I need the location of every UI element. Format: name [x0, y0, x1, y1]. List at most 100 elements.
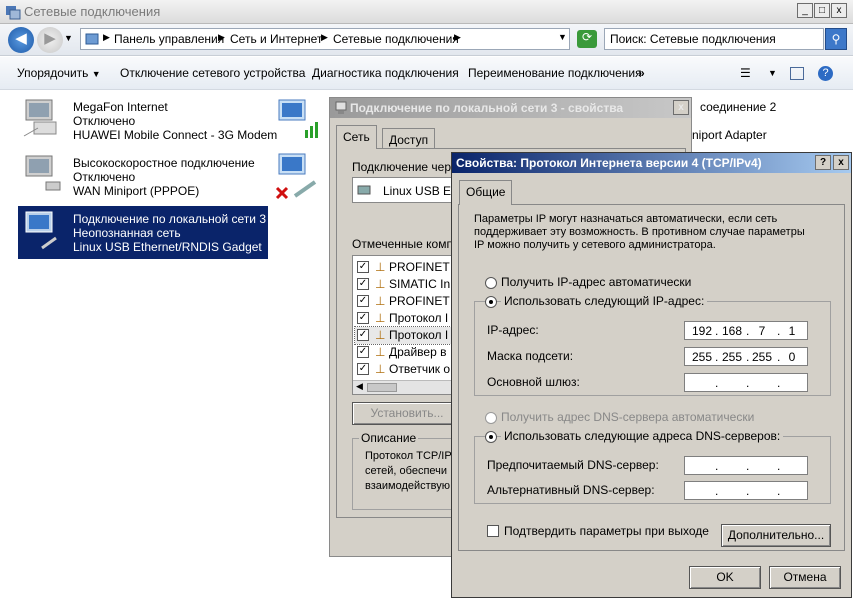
- description-title: Описание: [359, 431, 419, 445]
- scroll-left-icon[interactable]: ◀: [356, 381, 363, 392]
- dialog-titlebar: Подключение по локальной сети 3 - свойст…: [330, 98, 691, 118]
- ip-address-label: IP-адрес:: [487, 323, 539, 337]
- cancel-button[interactable]: Отмена: [769, 566, 841, 589]
- breadcrumb-separator-icon: ▶: [103, 32, 110, 42]
- breadcrumb-network-internet[interactable]: Сеть и Интернет: [230, 32, 322, 46]
- list-item[interactable]: ✓ ⊥ PROFINET: [355, 293, 465, 310]
- list-item[interactable]: ✓ ⊥ Ответчик о: [355, 361, 465, 378]
- list-item[interactable]: ✓ ⊥ SIMATIC In: [355, 276, 465, 293]
- connection-status: Отключено: [73, 170, 136, 184]
- checkbox-icon[interactable]: ✓: [357, 261, 369, 273]
- breadcrumb-separator-icon[interactable]: ▶: [454, 32, 461, 43]
- ok-button[interactable]: OK: [689, 566, 761, 589]
- close-button[interactable]: x: [673, 100, 689, 115]
- connection-high-speed[interactable]: Высокоскоростное подключение Отключено W…: [18, 152, 268, 204]
- advanced-button[interactable]: Дополнительно...: [721, 524, 831, 547]
- checkbox-icon[interactable]: ✓: [357, 295, 369, 307]
- close-button[interactable]: x: [831, 3, 847, 18]
- connection-name: Высокоскоростное подключение: [73, 156, 255, 170]
- connection-megafon[interactable]: MegaFon Internet Отключено HUAWEI Mobile…: [18, 96, 277, 148]
- description-group: Описание Протокол TCP/IP сетей, обеспечи…: [352, 431, 467, 510]
- checkbox-icon[interactable]: ✓: [357, 278, 369, 290]
- auto-dns-label[interactable]: Получить адрес DNS-сервера автоматически: [501, 410, 754, 424]
- view-dropdown-icon[interactable]: ▼: [768, 68, 777, 78]
- manual-ip-group: Использовать следующий IP-адрес: IP-адре…: [474, 294, 831, 396]
- component-label: SIMATIC In: [389, 277, 451, 291]
- disable-device-button[interactable]: Отключение сетевого устройства: [120, 66, 305, 80]
- dialog-titlebar: Свойства: Протокол Интернета версии 4 (T…: [452, 153, 851, 173]
- minimize-button[interactable]: _: [797, 3, 813, 18]
- manual-ip-label[interactable]: Использовать следующий IP-адрес:: [501, 294, 708, 308]
- disconnected-connection-icon[interactable]: [275, 152, 323, 200]
- organize-menu[interactable]: Упорядочить ▼: [17, 66, 101, 80]
- help-button[interactable]: ?: [815, 155, 831, 170]
- component-label: PROFINET: [389, 294, 450, 308]
- checkbox-icon[interactable]: ✓: [357, 312, 369, 324]
- more-commands-button[interactable]: »: [638, 66, 645, 80]
- components-list[interactable]: ✓ ⊥ PROFINET ✓ ⊥ SIMATIC In ✓ ⊥ PROFINET ✓ ⊥ Про…: [352, 255, 467, 395]
- diagnose-button[interactable]: Диагностика подключения: [312, 66, 459, 80]
- connection-status: Отключено: [73, 114, 136, 128]
- forward-button[interactable]: ▶: [37, 27, 63, 53]
- close-button[interactable]: x: [833, 155, 849, 170]
- info-text-line: IP можно получить у сетевого администрат…: [474, 239, 716, 251]
- address-field[interactable]: ▶ Панель управления ▶ Сеть и Интернет ▶ …: [80, 28, 570, 50]
- preferred-dns-input[interactable]: ...: [684, 456, 808, 475]
- alternate-dns-input[interactable]: ...: [684, 481, 808, 500]
- tab-network[interactable]: Сеть: [336, 125, 377, 149]
- help-icon[interactable]: ?: [818, 66, 833, 81]
- gateway-input[interactable]: ...: [684, 373, 808, 392]
- ip-address-input[interactable]: 192. 168. 7. 1: [684, 321, 808, 340]
- manual-dns-radio[interactable]: [485, 431, 497, 443]
- auto-dns-radio[interactable]: [485, 412, 497, 424]
- list-item[interactable]: ✓ ⊥ Протокол I: [355, 310, 465, 327]
- description-line: взаимодействую: [365, 480, 451, 492]
- install-button[interactable]: Установить...: [352, 402, 462, 425]
- tab-sharing[interactable]: Доступ: [382, 128, 436, 150]
- search-input[interactable]: Поиск: Сетевые подключения: [604, 28, 824, 50]
- manual-dns-label[interactable]: Использовать следующие адреса DNS-сервер…: [501, 429, 784, 443]
- confirm-label[interactable]: Подтвердить параметры при выходе: [504, 524, 709, 538]
- subnet-mask-input[interactable]: 255. 255. 255. 0: [684, 347, 808, 366]
- view-options-icon[interactable]: ☰: [740, 66, 751, 80]
- breadcrumb-network-connections[interactable]: Сетевые подключения: [333, 32, 459, 46]
- back-button[interactable]: ◀: [8, 27, 34, 53]
- address-dropdown-icon[interactable]: ▼: [558, 32, 567, 42]
- component-icon: ⊥: [375, 277, 386, 291]
- tab-general[interactable]: Общие: [459, 180, 513, 205]
- auto-ip-radio[interactable]: [485, 277, 497, 289]
- scroll-thumb[interactable]: [367, 383, 397, 392]
- wireless-connection-icon[interactable]: [275, 98, 323, 140]
- description-line: Протокол TCP/IP: [365, 450, 452, 462]
- network-computer-icon: [25, 155, 61, 191]
- component-label: PROFINET: [389, 260, 450, 274]
- connection-local-3[interactable]: Подключение по локальной сети 3 Неопозна…: [18, 206, 268, 259]
- search-icon[interactable]: ⚲: [825, 28, 847, 50]
- network-folder-icon: [6, 6, 21, 20]
- info-text-line: Параметры IP могут назначаться автоматич…: [474, 213, 778, 225]
- component-label: Протокол I: [389, 311, 449, 325]
- checkbox-icon[interactable]: ✓: [357, 329, 369, 341]
- breadcrumb-separator-icon[interactable]: ▶: [321, 32, 328, 43]
- list-item[interactable]: ✓ ⊥ Протокол I: [354, 326, 466, 345]
- list-item[interactable]: ✓ ⊥ Драйвер в: [355, 344, 465, 361]
- connect-via-label: Подключение через:: [352, 160, 467, 174]
- maximize-button[interactable]: □: [814, 3, 830, 18]
- history-dropdown-icon[interactable]: ▼: [64, 33, 73, 43]
- refresh-icon[interactable]: ⟳: [577, 30, 597, 48]
- breadcrumb-separator-icon[interactable]: ▶: [218, 32, 225, 43]
- ipv4-properties-dialog: Свойства: Протокол Интернета версии 4 (T…: [451, 152, 852, 598]
- horizontal-scrollbar[interactable]: ◀: [353, 380, 466, 394]
- connection-device: HUAWEI Mobile Connect - 3G Modem: [73, 128, 278, 142]
- preview-pane-icon[interactable]: [790, 67, 804, 80]
- component-icon: ⊥: [375, 260, 386, 274]
- info-text-line: поддерживает эту возможность. В противно…: [474, 226, 805, 238]
- manual-ip-radio[interactable]: [485, 296, 497, 308]
- checkbox-icon[interactable]: ✓: [357, 363, 369, 375]
- auto-ip-label[interactable]: Получить IP-адрес автоматически: [501, 275, 691, 289]
- list-item[interactable]: ✓ ⊥ PROFINET: [355, 259, 465, 276]
- confirm-checkbox[interactable]: [487, 525, 499, 537]
- rename-button[interactable]: Переименование подключения: [468, 66, 642, 80]
- breadcrumb-control-panel[interactable]: Панель управления: [114, 32, 224, 46]
- checkbox-icon[interactable]: ✓: [357, 346, 369, 358]
